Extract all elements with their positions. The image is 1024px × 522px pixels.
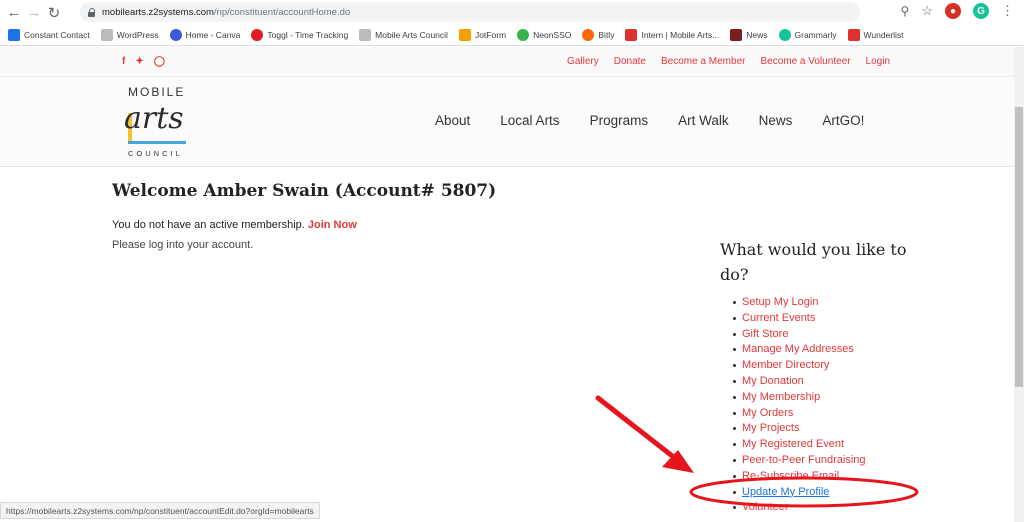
- browser-window: ← → ↻ mobilearts.z2systems.com/np/consti…: [0, 0, 1024, 522]
- annotation-arrow-shaft: [595, 395, 683, 465]
- annotation-overlay: [595, 395, 919, 508]
- annotation-circle: [689, 476, 919, 508]
